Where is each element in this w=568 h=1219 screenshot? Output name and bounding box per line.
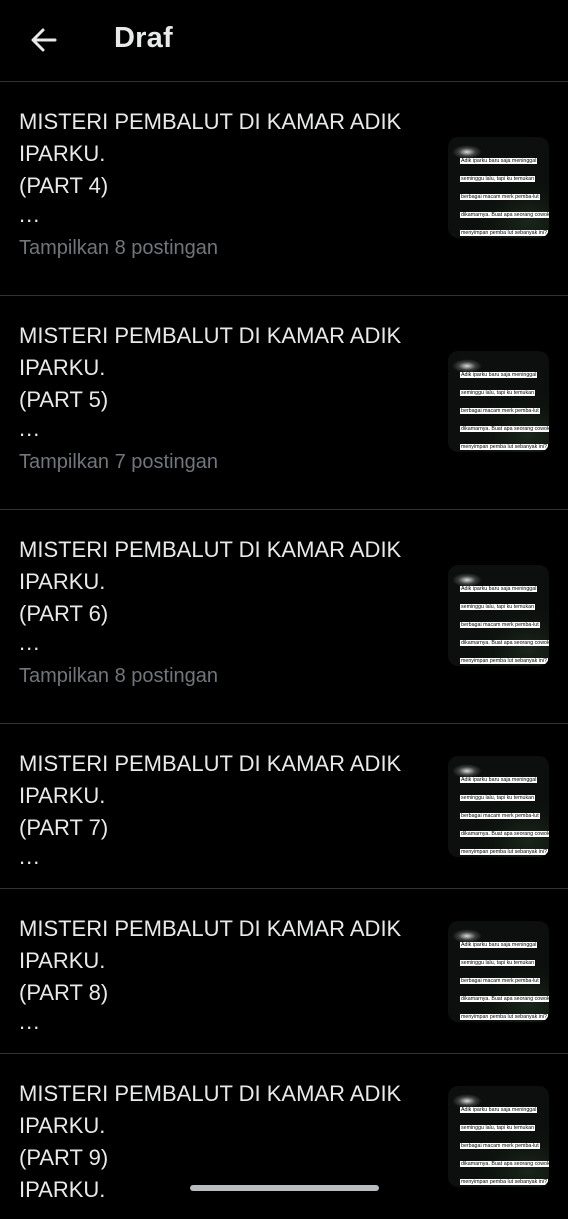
thumbnail-caption: Adik iparku baru saja meninggal seminggu… (460, 1107, 549, 1185)
thumbnail-caption: Adik iparku baru saja meninggal seminggu… (460, 158, 549, 236)
draft-item[interactable]: MISTERI PEMBALUT DI KAMAR ADIK IPARKU. (… (0, 889, 568, 1054)
thumbnail-caption: Adik iparku baru saja meninggal seminggu… (460, 777, 549, 855)
draft-thumbnail: Adik iparku baru saja meninggal seminggu… (448, 1086, 549, 1187)
draft-thumbnail: Adik iparku baru saja meninggal seminggu… (448, 921, 549, 1022)
draft-part-label: (PART 9) (19, 1145, 109, 1170)
draft-ellipsis: ... (19, 416, 41, 441)
draft-text: MISTERI PEMBALUT DI KAMAR ADIK IPARKU. (… (19, 320, 429, 442)
show-posts-link[interactable]: Tampilkan 8 postingan (19, 237, 218, 260)
draft-ellipsis: ... (19, 1009, 41, 1034)
draft-text: MISTERI PEMBALUT DI KAMAR ADIK IPARKU. (… (19, 106, 429, 228)
draft-text: MISTERI PEMBALUT DI KAMAR ADIK IPARKU. (… (19, 534, 429, 656)
draft-title-line: IPARKU. (19, 569, 106, 594)
draft-item[interactable]: MISTERI PEMBALUT DI KAMAR ADIK IPARKU. (… (0, 510, 568, 724)
draft-title-line: MISTERI PEMBALUT DI KAMAR ADIK (19, 109, 402, 134)
draft-part-label: (PART 7) (19, 815, 109, 840)
draft-ellipsis: ... (19, 202, 41, 227)
gesture-bar[interactable] (190, 1185, 379, 1191)
draft-ellipsis: ... (19, 844, 41, 869)
draft-title-line: IPARKU. (19, 783, 106, 808)
draft-thumbnail: Adik iparku baru saja meninggal seminggu… (448, 756, 549, 857)
draft-item[interactable]: MISTERI PEMBALUT DI KAMAR ADIK IPARKU. (… (0, 296, 568, 510)
draft-thumbnail: Adik iparku baru saja meninggal seminggu… (448, 137, 549, 238)
draft-part-label: (PART 5) (19, 387, 109, 412)
top-app-bar: Draf (0, 0, 568, 82)
draft-part-label: (PART 6) (19, 601, 109, 626)
draft-part-label: (PART 8) (19, 980, 109, 1005)
thumbnail-caption: Adik iparku baru saja meninggal seminggu… (460, 586, 549, 664)
draft-item[interactable]: MISTERI PEMBALUT DI KAMAR ADIK IPARKU. (… (0, 724, 568, 889)
draft-title-line: IPARKU. (19, 948, 106, 973)
draft-title-line: MISTERI PEMBALUT DI KAMAR ADIK (19, 323, 402, 348)
draft-title-line: IPARKU. (19, 355, 106, 380)
page-title: Draf (114, 22, 173, 54)
back-button[interactable] (24, 20, 64, 60)
show-posts-link[interactable]: Tampilkan 7 postingan (19, 451, 218, 474)
thumbnail-caption: Adik iparku baru saja meninggal seminggu… (460, 372, 549, 450)
draft-ellipsis: ... (19, 630, 41, 655)
draft-title-line: MISTERI PEMBALUT DI KAMAR ADIK (19, 751, 402, 776)
draft-title-line: IPARKU. (19, 1113, 106, 1138)
draft-title-line: IPARKU. (19, 141, 106, 166)
draft-title-line: MISTERI PEMBALUT DI KAMAR ADIK (19, 916, 402, 941)
draft-thumbnail: Adik iparku baru saja meninggal seminggu… (448, 351, 549, 452)
draft-text: MISTERI PEMBALUT DI KAMAR ADIK IPARKU. (… (19, 748, 429, 870)
draft-item[interactable]: MISTERI PEMBALUT DI KAMAR ADIK IPARKU. (… (0, 82, 568, 296)
draft-title-line: MISTERI PEMBALUT DI KAMAR ADIK (19, 1081, 402, 1106)
draft-title-line: MISTERI PEMBALUT DI KAMAR ADIK (19, 537, 402, 562)
drafts-list: MISTERI PEMBALUT DI KAMAR ADIK IPARKU. (… (0, 82, 568, 1219)
draft-item[interactable]: MISTERI PEMBALUT DI KAMAR ADIK IPARKU. (… (0, 1054, 568, 1219)
thumbnail-caption: Adik iparku baru saja meninggal seminggu… (460, 942, 549, 1020)
draft-part-label: (PART 4) (19, 173, 109, 198)
draft-text: MISTERI PEMBALUT DI KAMAR ADIK IPARKU. (… (19, 913, 429, 1035)
arrow-left-icon (31, 28, 57, 52)
draft-thumbnail: Adik iparku baru saja meninggal seminggu… (448, 565, 549, 666)
show-posts-link[interactable]: Tampilkan 8 postingan (19, 665, 218, 688)
